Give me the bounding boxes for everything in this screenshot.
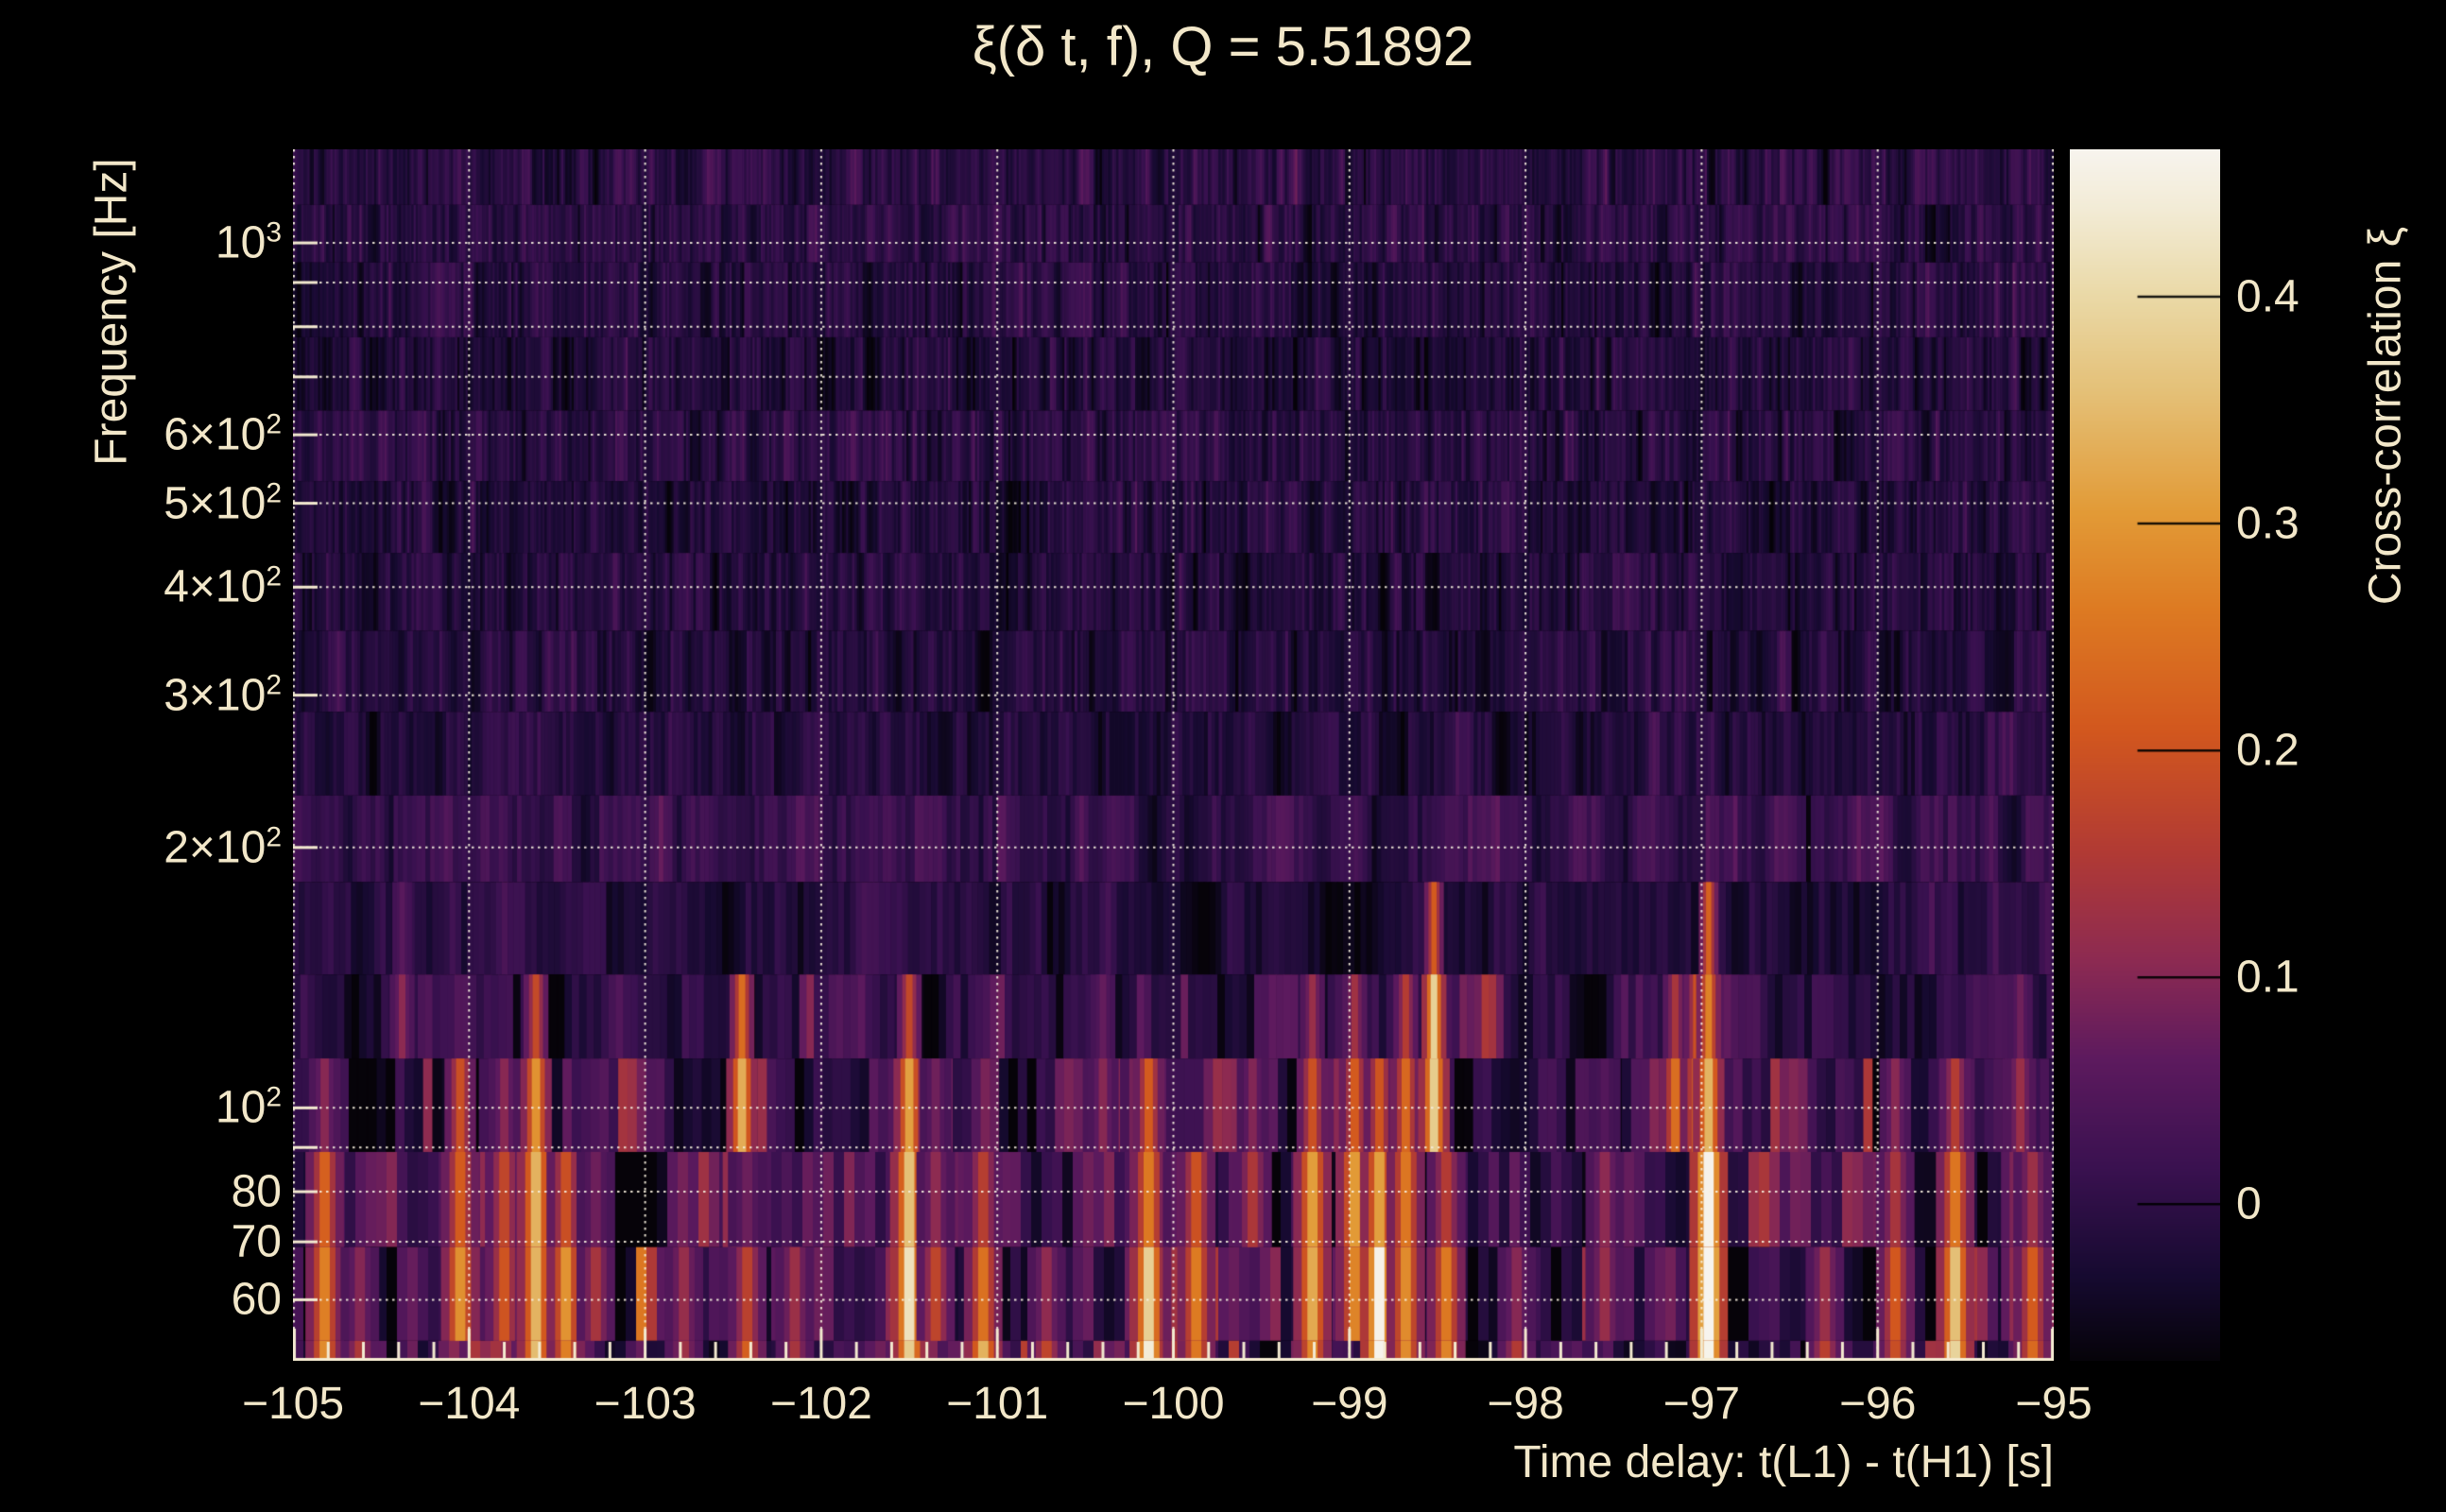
x-tick-label: −101 xyxy=(946,1379,1049,1429)
colorbar-tick-label: 0 xyxy=(2236,1178,2262,1229)
x-tick-label: −95 xyxy=(2015,1379,2093,1429)
x-tick-label: −104 xyxy=(418,1379,521,1429)
heatmap-canvas xyxy=(293,149,2054,1361)
figure: ξ(δ t, f), Q = 5.51892 Frequency [Hz] 10… xyxy=(0,0,2446,1512)
y-tick-label: 5×102 xyxy=(164,477,282,529)
y-tick-label: 2×102 xyxy=(164,821,282,873)
colorbar-tick-label: 0.1 xyxy=(2236,952,2300,1003)
colorbar-tick-label: 0.3 xyxy=(2236,498,2300,549)
y-tick-label: 4×102 xyxy=(164,560,282,612)
y-tick-label: 103 xyxy=(215,216,282,268)
y-tick-label: 80 xyxy=(231,1166,282,1217)
y-tick-label: 3×102 xyxy=(164,669,282,721)
colorbar-tick-label: 0.4 xyxy=(2236,271,2300,322)
y-tick-label: 6×102 xyxy=(164,408,282,460)
x-tick-label: −100 xyxy=(1122,1379,1225,1429)
colorbar-title: Cross-correlation ξ xyxy=(2360,226,2411,606)
x-tick-label: −97 xyxy=(1662,1379,1741,1429)
plot-title: ξ(δ t, f), Q = 5.51892 xyxy=(972,16,1474,77)
x-tick-label: −102 xyxy=(769,1379,872,1429)
x-tick-label: −98 xyxy=(1487,1379,1564,1429)
x-tick-label: −99 xyxy=(1311,1379,1388,1429)
y-axis-title: Frequency [Hz] xyxy=(86,158,137,466)
x-tick-label: −105 xyxy=(241,1379,345,1429)
y-tick-label: 70 xyxy=(231,1216,282,1267)
x-tick-label: −103 xyxy=(594,1379,697,1429)
x-tick-label: −96 xyxy=(1838,1379,1917,1429)
y-tick-label: 102 xyxy=(215,1081,282,1133)
colorbar-tick-label: 0.2 xyxy=(2236,725,2300,776)
colorbar-canvas xyxy=(2070,149,2220,1361)
x-axis-title: Time delay: t(L1) - t(H1) [s] xyxy=(1513,1437,2054,1487)
y-tick-label: 60 xyxy=(231,1274,282,1325)
